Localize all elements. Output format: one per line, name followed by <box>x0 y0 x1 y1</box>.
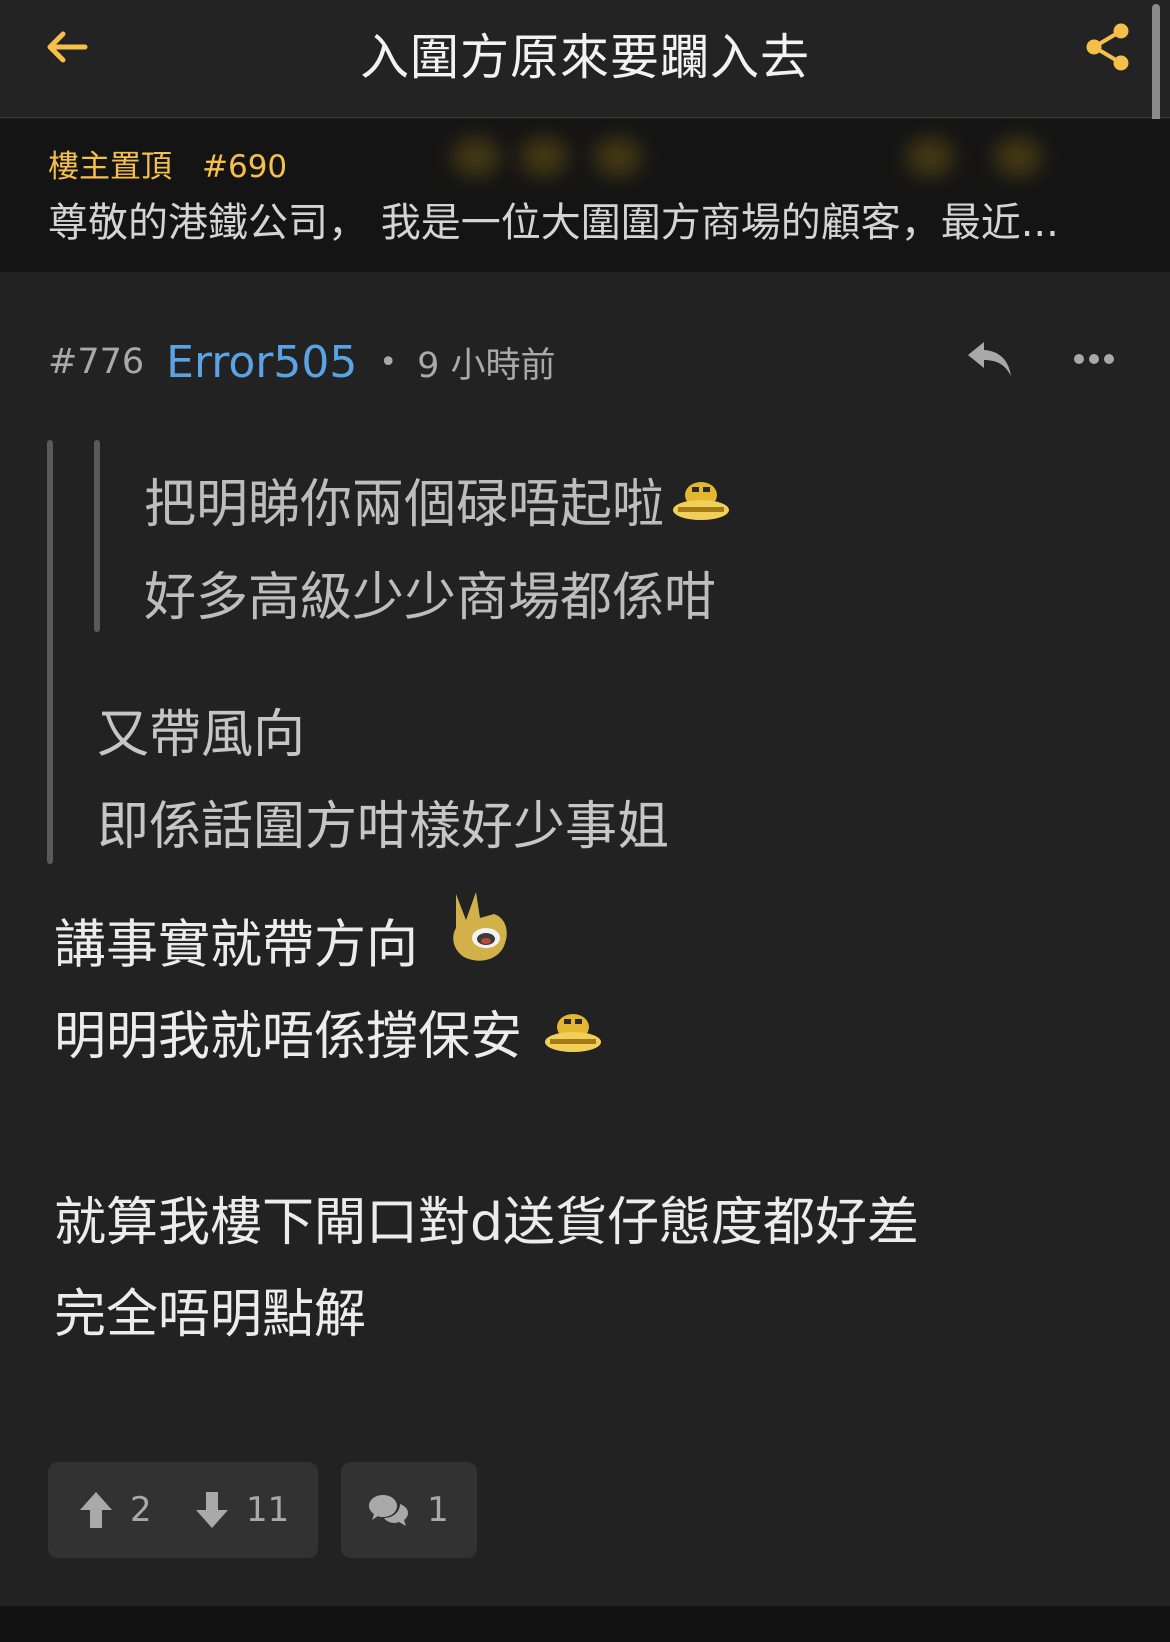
vote-box: 2 11 <box>48 1462 318 1558</box>
blurred-emoji <box>594 137 642 177</box>
blurred-emoji <box>994 137 1042 177</box>
comment-bubbles-icon <box>369 1495 409 1526</box>
meta-separator: • <box>379 344 398 380</box>
body-text: 講事實就帶方向 <box>54 915 419 976</box>
duck-emoji-icon <box>542 1009 604 1072</box>
quote-line: 又帶風向 <box>97 705 306 765</box>
bottom-divider <box>0 1606 1170 1642</box>
body-line: 就算我樓下閘口對d送貨仔態度都好差 <box>54 1193 920 1253</box>
page-title: 入圍方原來要躝入去 <box>359 29 810 86</box>
arrow-down-icon <box>196 1492 228 1528</box>
upvote-button[interactable]: 2 <box>78 1486 152 1534</box>
pinned-tag: 樓主置頂 <box>48 149 172 185</box>
username-link[interactable]: Error505 <box>166 337 357 388</box>
downvote-button[interactable]: 11 <box>194 1486 289 1534</box>
nested-quote-bar <box>94 440 100 632</box>
quote-bar <box>47 440 53 864</box>
comment-count: 1 <box>427 1490 449 1530</box>
pinned-post[interactable]: 樓主置頂 #690 尊敬的港鐵公司， 我是一位大圍圍方商場的顧客，最近... <box>0 119 1170 272</box>
post-card: #776 Error505 • 9 小時前 把明睇你兩個碌唔起啦 好多高級少少商… <box>0 272 1170 1606</box>
upvote-count: 2 <box>130 1490 152 1530</box>
more-icon <box>1074 354 1114 364</box>
pinned-label: 樓主置頂 #690 <box>48 141 317 186</box>
body-line: 講事實就帶方向 <box>54 892 512 995</box>
reply-button[interactable] <box>960 334 1020 384</box>
floor-number: #776 <box>48 342 145 382</box>
nested-quote-line: 把明睇你兩個碌唔起啦 <box>144 462 732 540</box>
pinned-preview-text: 尊敬的港鐵公司， 我是一位大圍圍方商場的顧客，最近... <box>48 200 1059 246</box>
post-meta: #776 Error505 • 9 小時前 <box>48 332 555 392</box>
arrow-left-icon <box>47 31 88 63</box>
body-line: 完全唔明點解 <box>54 1285 367 1345</box>
comments-button[interactable]: 1 <box>341 1462 477 1558</box>
blurred-emoji <box>520 137 568 177</box>
arrow-up-icon <box>80 1492 112 1528</box>
quote-line: 即係話圍方咁樣好少事姐 <box>97 797 670 857</box>
blurred-emoji <box>906 137 954 177</box>
blurred-emoji <box>452 137 500 177</box>
top-bar: 入圍方原來要躝入去 <box>0 0 1170 140</box>
pinned-floor: #690 <box>202 149 288 185</box>
downvote-count: 11 <box>246 1490 290 1530</box>
more-options-button[interactable] <box>1066 334 1122 384</box>
duck-emoji-icon <box>670 477 732 540</box>
post-time: 9 小時前 <box>417 345 556 386</box>
share-button[interactable] <box>1080 18 1136 76</box>
body-line: 明明我就唔係撐保安 <box>54 994 604 1072</box>
back-button[interactable] <box>40 24 94 70</box>
reply-icon <box>968 342 1011 376</box>
nested-quote-text: 把明睇你兩個碌唔起啦 <box>144 475 665 535</box>
body-text: 明明我就唔係撐保安 <box>54 1007 523 1067</box>
rabbit-emoji-icon <box>442 888 512 981</box>
share-icon <box>1086 23 1129 71</box>
nested-quote-line: 好多高級少少商場都係咁 <box>144 568 717 628</box>
